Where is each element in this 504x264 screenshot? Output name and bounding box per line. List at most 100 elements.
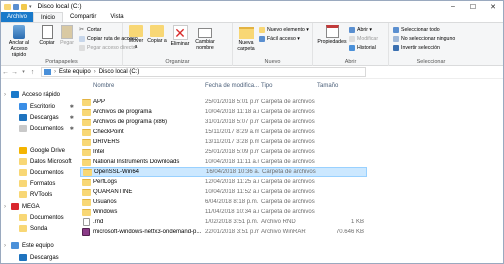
delete-button[interactable]: ✕ Eliminar — [169, 25, 191, 47]
move-to-label: Mover a — [128, 38, 144, 50]
new-folder-button[interactable]: Nueva carpeta — [235, 25, 257, 52]
invert-selection-button[interactable]: Invertir selección — [393, 44, 440, 51]
file-row[interactable]: APP 25/01/2018 5:01 p.m. Carpeta de archiv… — [80, 97, 367, 107]
pin-icon: ✱ — [69, 125, 74, 132]
file-date: 16/04/2018 10:36 a... — [206, 169, 260, 175]
file-date: 10/04/2018 11:11 a.m. — [205, 159, 259, 165]
breadcrumb-disco-local[interactable]: Disco local (C:) — [99, 69, 140, 75]
forward-arrow-icon[interactable]: → — [10, 67, 19, 78]
nav-item[interactable]: Google Drive — [1, 145, 76, 156]
history-label: Historial — [357, 44, 376, 51]
select-all-button[interactable]: Seleccionar todo — [393, 26, 440, 33]
file-type: Carpeta de archivos — [261, 159, 315, 165]
open-button[interactable]: Abrir ▾ — [349, 26, 372, 33]
nav-item-icon — [19, 225, 27, 232]
minimize-button[interactable]: – — [443, 1, 463, 12]
close-button[interactable]: ✕ — [483, 1, 503, 12]
invert-selection-label: Invertir selección — [401, 44, 440, 51]
file-size: 70.646 KB — [335, 229, 364, 235]
file-row[interactable]: Intel 25/01/2018 5:09 p.m. Carpeta de arch… — [80, 147, 367, 157]
nav-item[interactable]: › Este equipo — [1, 240, 76, 251]
customize-toolbar-icon[interactable]: ▾ — [29, 4, 32, 10]
back-arrow-icon[interactable]: ← — [1, 67, 10, 78]
tab-inicio[interactable]: Inicio — [33, 12, 64, 22]
nav-item[interactable]: Documentos — [1, 212, 76, 223]
recent-dropdown-icon[interactable]: ▾ — [19, 67, 28, 78]
file-type: Archivo WinRAR — [261, 229, 306, 235]
pin-quick-access-button[interactable]: Anclar al Acceso rápido — [3, 25, 35, 58]
copy-button[interactable]: Copiar — [39, 25, 55, 46]
breadcrumb-este-equipo[interactable]: Este equipo — [59, 69, 91, 75]
file-date: 6/04/2018 8:18 p.m. — [205, 199, 259, 205]
nav-item[interactable]: Escritorio ✱ — [1, 101, 76, 112]
chevron-right-icon[interactable]: › — [4, 92, 6, 98]
nav-item[interactable]: Documentos ✱ — [1, 123, 76, 134]
file-row[interactable]: Archivos de programa (x86) 31/01/2018 5:0… — [80, 117, 367, 127]
nav-item-label: Datos Microsoft — [30, 158, 72, 165]
nav-item[interactable]: › Acceso rápido — [1, 89, 76, 100]
maximize-button[interactable]: ☐ — [463, 1, 483, 12]
nav-item[interactable]: Sonda — [1, 223, 76, 234]
pin-icon: ✱ — [69, 103, 74, 110]
copy-label: Copiar — [39, 40, 55, 46]
file-row[interactable]: DRIVERS 13/11/2017 3:28 p.m. Carpeta de ar… — [80, 137, 367, 147]
edit-button[interactable]: Modificar — [349, 35, 378, 42]
nav-item[interactable]: Descargas — [1, 252, 76, 263]
nav-item[interactable]: Documentos — [1, 167, 76, 178]
cut-button[interactable]: ✂ Cortar — [79, 26, 101, 33]
file-row[interactable]: Archivos de programa 10/04/2018 11:18 a.m… — [80, 107, 367, 117]
file-row[interactable]: microsoft-windows-netfx3-ondemand-p... 22… — [80, 227, 367, 237]
file-row[interactable]: PerfLogs 12/04/2018 11:25 a.m. Carpeta de … — [80, 177, 367, 187]
column-header-fecha[interactable]: Fecha de modifica... — [205, 83, 259, 89]
easy-access-button[interactable]: Fácil acceso ▾ — [259, 35, 300, 42]
folder-icon — [82, 108, 91, 116]
address-bar[interactable]: › Este equipo › Disco local (C:) — [41, 67, 366, 77]
file-type: Carpeta de archivos — [261, 189, 315, 195]
copy-to-button[interactable]: Copiar a — [147, 25, 167, 44]
group-nuevo: Nueva carpeta Nuevo elemento ▾ Fácil acc… — [233, 23, 313, 66]
file-row[interactable]: QUARANTINE 10/04/2018 11:52 a.m. Carpeta d… — [80, 187, 367, 197]
folder-icon[interactable] — [4, 3, 11, 10]
rename-button[interactable]: Cambiar nombre — [193, 25, 217, 51]
chevron-right-icon[interactable]: › — [4, 243, 6, 249]
properties-icon[interactable] — [13, 3, 19, 10]
scissors-icon: ✂ — [79, 26, 85, 33]
tab-archivo[interactable]: Archivo — [1, 12, 34, 22]
chevron-right-icon[interactable]: › — [4, 204, 6, 210]
file-row[interactable]: OpenSSL-Win64 16/04/2018 10:36 a... Carpet… — [80, 167, 367, 177]
nav-item-label: Google Drive — [30, 147, 66, 154]
file-type: Carpeta de archivos — [261, 209, 315, 215]
up-arrow-icon[interactable]: ↑ — [28, 67, 37, 78]
column-header-nombre[interactable]: Nombre — [93, 83, 114, 89]
file-row[interactable]: National Instruments Downloads 10/04/2018… — [80, 157, 367, 167]
file-row[interactable]: CheckPoint 15/11/2017 8:29 a.m. Carpeta de… — [80, 127, 367, 137]
history-button[interactable]: Historial — [349, 44, 376, 51]
column-header-tamano[interactable]: Tamaño — [317, 83, 338, 89]
nav-item[interactable]: Descargas ✱ — [1, 112, 76, 123]
group-organizar: Mover a Copiar a ✕ Eliminar Cambiar nomb… — [123, 23, 233, 66]
window-controls: – ☐ ✕ — [443, 1, 503, 12]
group-label-nuevo: Nuevo — [264, 59, 281, 65]
copy-to-icon — [150, 25, 164, 37]
nav-item[interactable]: › MEGA — [1, 201, 76, 212]
file-row[interactable]: Windows 11/04/2018 10:34 a.m. Carpeta de a… — [80, 207, 367, 217]
select-none-button[interactable]: No seleccionar ninguno — [393, 35, 455, 42]
tab-compartir[interactable]: Compartir — [63, 12, 103, 22]
paste-button[interactable]: Pegar — [59, 25, 75, 46]
folder-icon — [82, 208, 91, 216]
file-row[interactable]: .rnd 1/02/2018 3:51 p.m. Archivo RND 1 KB — [80, 217, 367, 227]
new-folder-icon[interactable] — [21, 3, 27, 10]
nav-item[interactable]: RVTools — [1, 189, 76, 200]
move-to-button[interactable]: Mover a — [127, 25, 145, 50]
tab-vista[interactable]: Vista — [103, 12, 130, 22]
properties-button[interactable]: Propiedades — [317, 25, 347, 45]
file-row[interactable]: Usuarios 6/04/2018 8:18 p.m. Carpeta de ar… — [80, 197, 367, 207]
pin-label: Anclar al Acceso rápido — [8, 40, 30, 58]
nav-item-icon — [19, 103, 27, 110]
new-item-button[interactable]: Nuevo elemento ▾ — [259, 26, 309, 33]
nav-item[interactable]: Datos Microsoft — [1, 156, 76, 167]
column-header-tipo[interactable]: Tipo — [261, 83, 272, 89]
group-label-seleccionar: Seleccionar — [416, 59, 446, 65]
nav-item[interactable]: Formatos — [1, 178, 76, 189]
nav-item-icon — [19, 180, 27, 187]
